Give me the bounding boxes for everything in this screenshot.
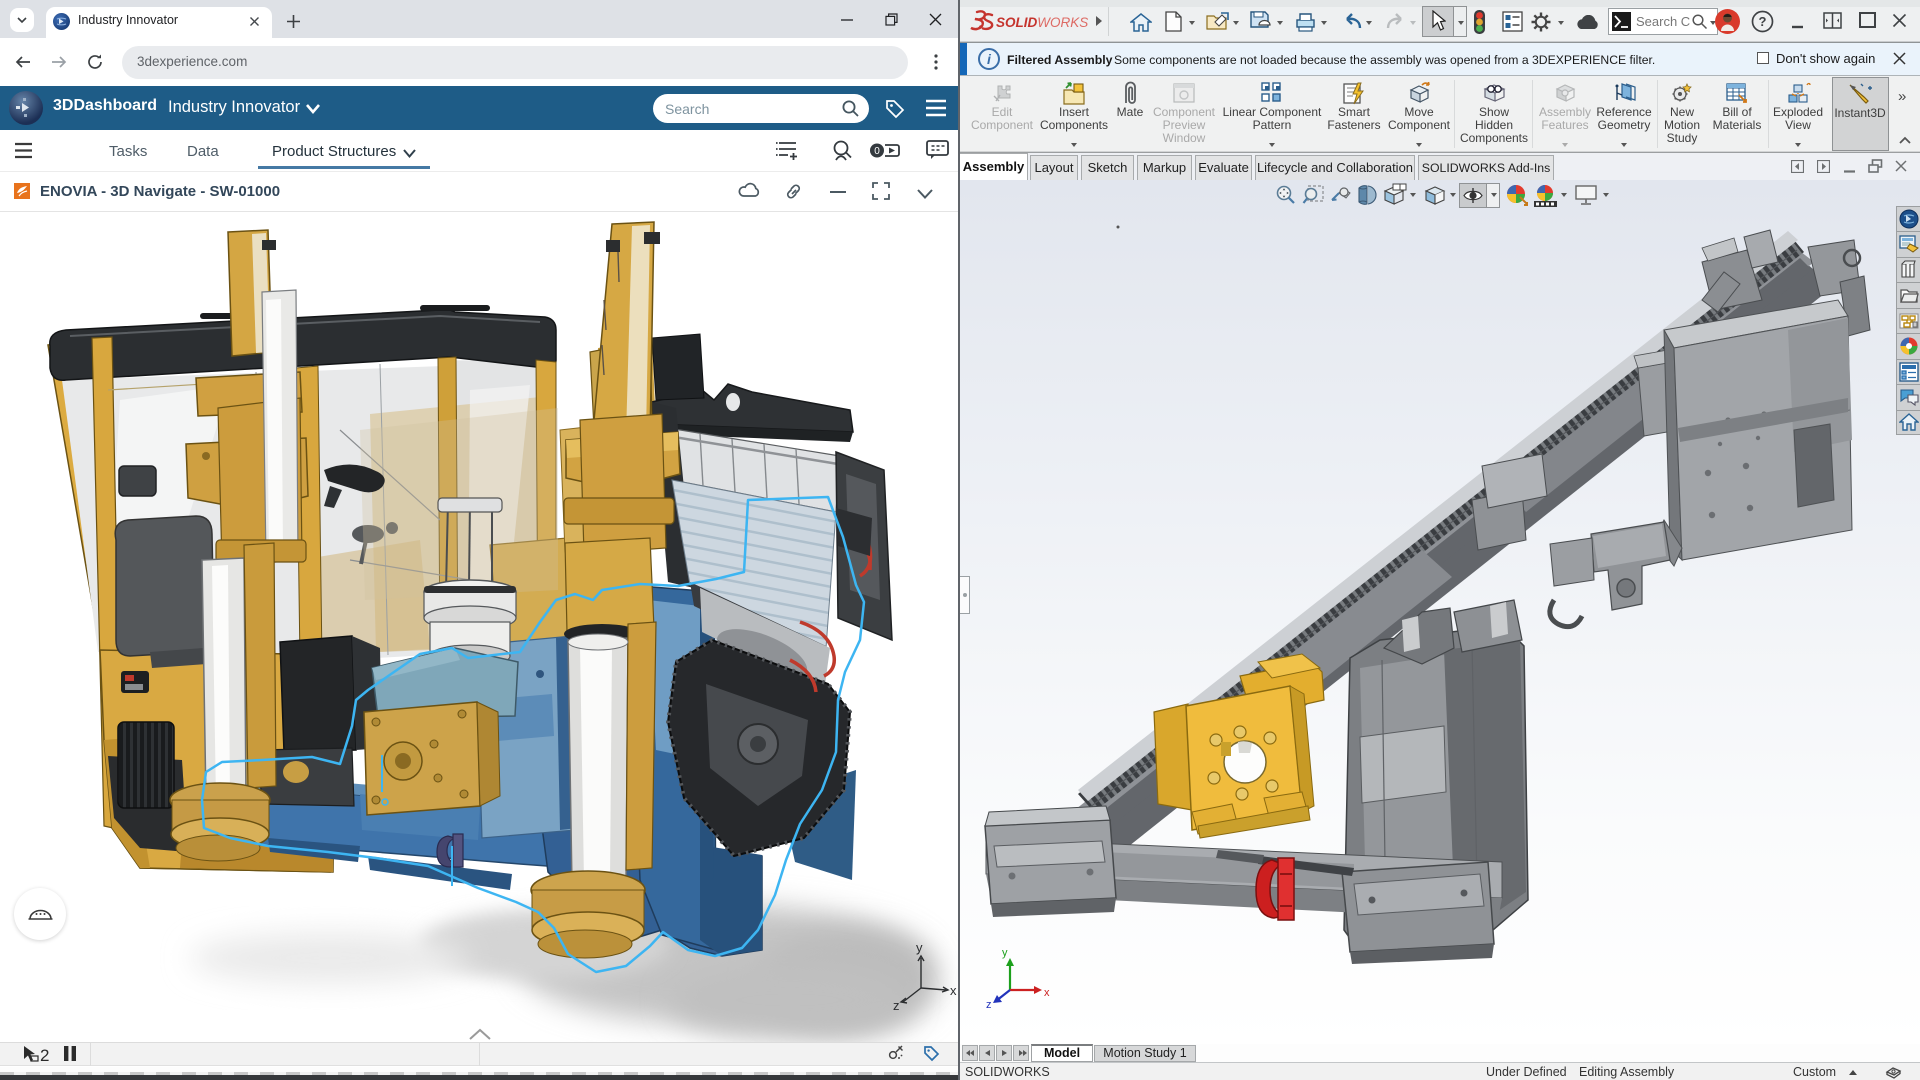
svg-text:z: z: [893, 998, 900, 1013]
svg-text:0: 0: [874, 146, 880, 157]
svg-text:?: ?: [1759, 14, 1767, 29]
svg-text:x: x: [950, 983, 957, 998]
svg-text:x: x: [1044, 987, 1050, 999]
svg-text:2: 2: [40, 1046, 49, 1064]
svg-text:y: y: [916, 940, 923, 955]
svg-text:z: z: [986, 999, 992, 1011]
svg-text:y: y: [1002, 947, 1008, 959]
